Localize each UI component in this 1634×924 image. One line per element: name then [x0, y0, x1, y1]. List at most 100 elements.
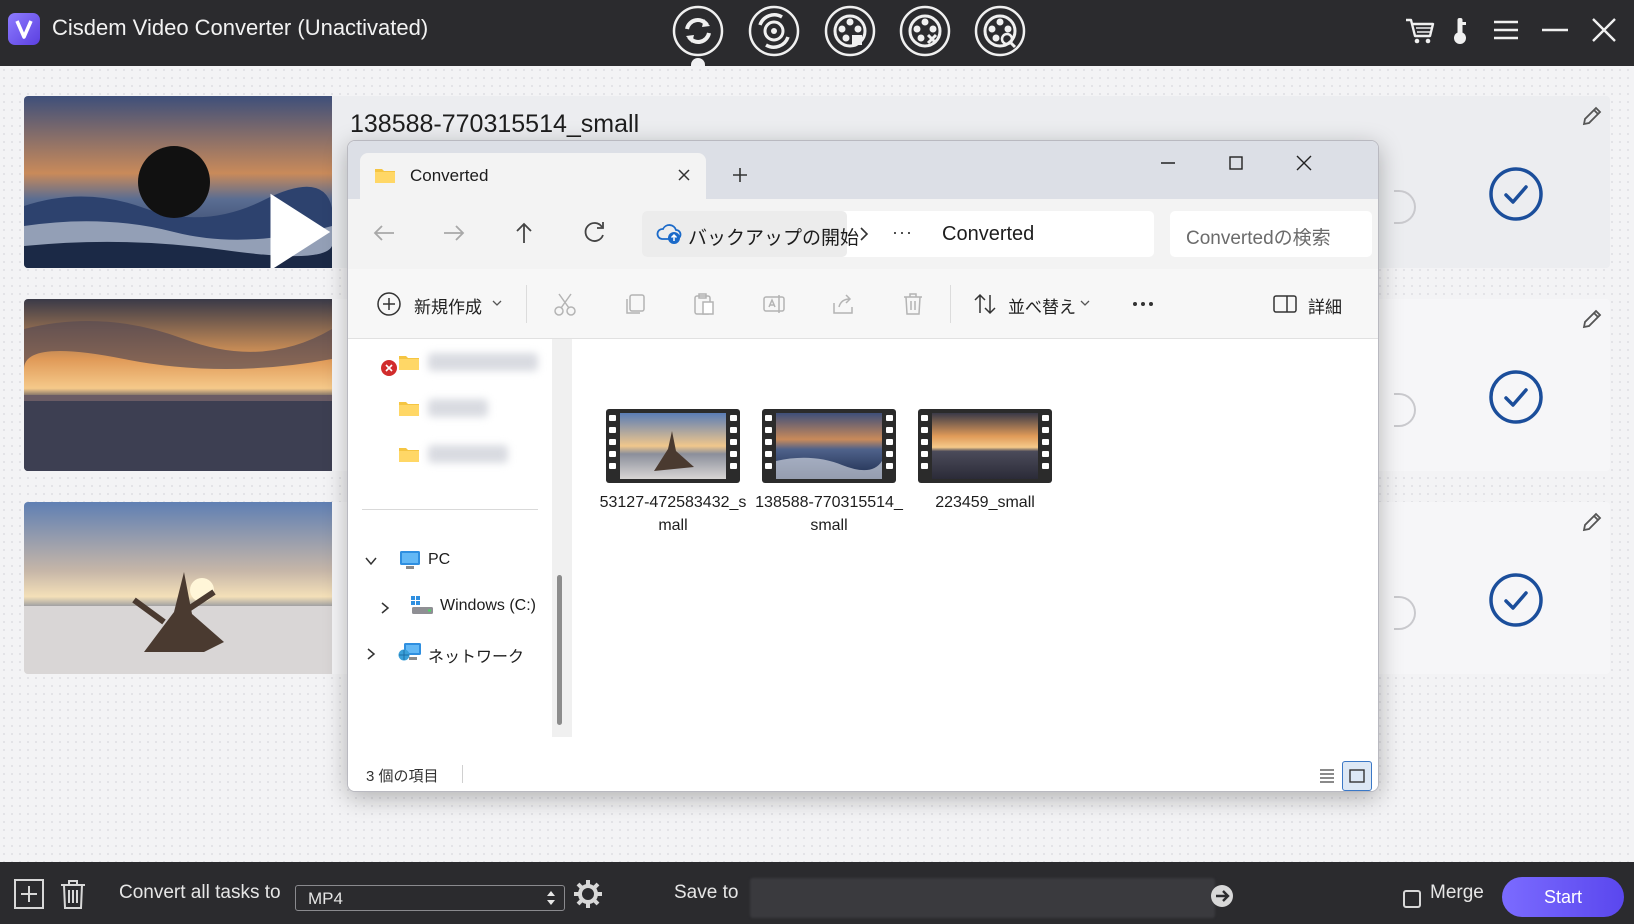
rip-mode-icon[interactable]	[748, 5, 800, 57]
new-tab-plus-icon[interactable]	[730, 165, 750, 185]
cut-icon[interactable]	[552, 291, 578, 317]
paste-icon[interactable]	[691, 291, 717, 317]
output-format-select[interactable]: MP4	[295, 885, 565, 911]
nav-pane-divider	[362, 509, 538, 510]
done-check-icon	[1488, 369, 1544, 425]
explorer-search-input[interactable]: Convertedの検索	[1170, 211, 1372, 257]
large-icons-view-icon[interactable]	[1342, 761, 1372, 791]
menu-icon[interactable]	[1488, 12, 1524, 48]
nav-pane-scrollbar[interactable]	[552, 339, 572, 737]
address-bar[interactable]: バックアップの開始 ··· Converted	[642, 211, 1154, 257]
network-icon	[398, 641, 422, 663]
delete-icon[interactable]	[900, 291, 926, 317]
edit-pencil-icon[interactable]	[1580, 307, 1604, 331]
sync-error-icon	[380, 359, 398, 377]
format-settings-gear-icon[interactable]	[572, 878, 604, 910]
folder-icon[interactable]	[398, 353, 420, 371]
window-minimize-icon[interactable]	[1148, 149, 1188, 177]
done-check-icon	[1488, 166, 1544, 222]
folder-icon[interactable]	[398, 399, 420, 417]
video-thumbnail[interactable]	[24, 299, 332, 471]
video-thumbnail[interactable]	[24, 502, 332, 674]
file-name: 138588-770315514_small	[755, 494, 903, 534]
file-name: 53127-472583432_small	[599, 494, 747, 534]
up-arrow-icon[interactable]	[508, 217, 540, 249]
network-expand-chevron-icon[interactable]	[364, 647, 378, 661]
folder-icon	[374, 166, 396, 184]
pc-expand-chevron-icon[interactable]	[364, 554, 378, 568]
video-file-thumbnail	[606, 409, 740, 483]
file-explorer-window: Converted バックアップの開始 ··· Converted Conver…	[347, 140, 1379, 792]
start-button[interactable]: Start	[1502, 877, 1624, 917]
rename-icon[interactable]	[761, 291, 787, 317]
tab-title: Converted	[410, 166, 489, 185]
window-close-icon[interactable]	[1284, 149, 1324, 177]
close-icon[interactable]	[1586, 12, 1622, 48]
details-button[interactable]: 詳細	[1308, 293, 1342, 318]
download-mode-icon[interactable]	[974, 5, 1026, 57]
refresh-icon[interactable]	[578, 217, 610, 249]
merge-label: Merge	[1430, 882, 1484, 903]
forward-arrow-icon[interactable]	[438, 217, 470, 249]
video-edit-mode-icon[interactable]	[899, 5, 951, 57]
file-item[interactable]: 53127-472583432_small	[598, 409, 748, 539]
sidebar-item-pc[interactable]: PC	[428, 551, 450, 569]
progress-ring-edge	[1394, 190, 1416, 224]
merge-checkbox[interactable]	[1403, 890, 1421, 908]
key-icon[interactable]	[1442, 12, 1478, 48]
copy-icon[interactable]	[622, 291, 648, 317]
minimize-icon[interactable]	[1537, 12, 1573, 48]
search-placeholder: Convertedの検索	[1186, 228, 1331, 249]
back-arrow-icon[interactable]	[368, 217, 400, 249]
explorer-status-bar: 3 個の項目	[348, 737, 1378, 791]
edit-pencil-icon[interactable]	[1580, 510, 1604, 534]
tab-converted[interactable]: Converted	[360, 153, 706, 199]
add-file-icon[interactable]	[13, 878, 45, 910]
new-plus-icon[interactable]	[376, 291, 402, 317]
progress-ring-edge	[1394, 596, 1416, 630]
sort-button[interactable]: 並べ替え	[1008, 293, 1076, 318]
more-options-icon[interactable]	[1130, 291, 1156, 317]
status-divider	[462, 765, 463, 783]
drive-expand-chevron-icon[interactable]	[378, 601, 392, 615]
sidebar-item-windows-c[interactable]: Windows (C:)	[440, 597, 536, 615]
video-file-thumbnail	[918, 409, 1052, 483]
window-maximize-icon[interactable]	[1216, 149, 1256, 177]
play-button[interactable]	[138, 146, 331, 268]
format-value: MP4	[308, 889, 343, 908]
details-pane-icon[interactable]	[1272, 291, 1298, 317]
sort-icon[interactable]	[972, 291, 998, 317]
convert-mode-icon[interactable]	[672, 5, 724, 57]
convert-all-label: Convert all tasks to	[119, 882, 281, 903]
new-button[interactable]: 新規作成	[414, 293, 482, 318]
edit-pencil-icon[interactable]	[1580, 104, 1604, 128]
app-title: Cisdem Video Converter (Unactivated)	[52, 15, 429, 40]
file-item[interactable]: 138588-770315514_small	[754, 409, 904, 539]
explorer-command-bar: 新規作成 並べ替え 詳細	[348, 269, 1378, 339]
breadcrumb-converted[interactable]: Converted	[942, 223, 1034, 246]
file-item[interactable]: 223459_small	[910, 409, 1060, 539]
cart-icon[interactable]	[1402, 12, 1438, 48]
video-thumbnail[interactable]	[24, 96, 332, 268]
tab-close-icon[interactable]	[674, 165, 694, 185]
sidebar-item-network[interactable]: ネットワーク	[428, 643, 524, 667]
sort-dropdown-chevron-icon[interactable]	[1080, 299, 1090, 307]
save-path-field[interactable]	[750, 878, 1215, 918]
share-icon[interactable]	[830, 291, 856, 317]
nav-pane-scrollbar-thumb[interactable]	[557, 575, 562, 725]
pc-monitor-icon	[398, 549, 422, 571]
details-view-icon[interactable]	[1312, 761, 1342, 791]
open-folder-arrow-icon[interactable]	[1210, 884, 1234, 908]
folder-icon[interactable]	[398, 445, 420, 463]
breadcrumb-more-icon[interactable]: ···	[892, 222, 913, 243]
redacted-folder-name[interactable]	[428, 353, 538, 371]
bottom-bar: Convert all tasks to MP4 Save to Merge S…	[0, 862, 1634, 924]
dvd-burn-mode-icon[interactable]	[824, 5, 876, 57]
task-name: 138588-770315514_small	[350, 110, 640, 138]
redacted-folder-name[interactable]	[428, 399, 488, 417]
redacted-folder-name[interactable]	[428, 445, 508, 463]
trash-icon[interactable]	[57, 878, 89, 910]
new-dropdown-chevron-icon[interactable]	[492, 299, 502, 307]
breadcrumb-backup[interactable]: バックアップの開始	[642, 211, 859, 257]
breadcrumb-chevron-icon[interactable]	[856, 225, 872, 243]
